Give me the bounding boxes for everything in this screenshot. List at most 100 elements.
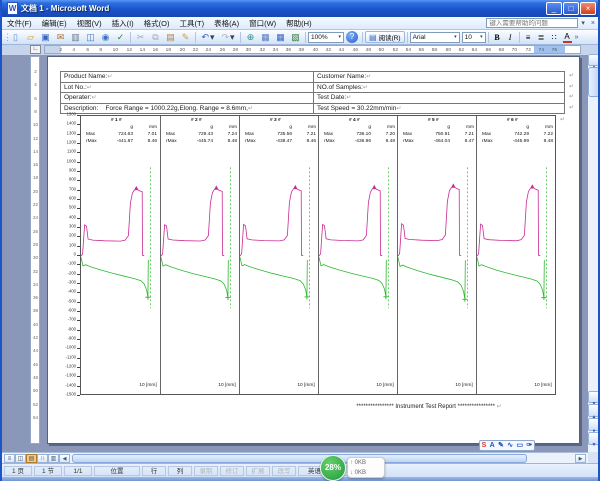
pen-annotate-icon[interactable]: ✎ (498, 441, 504, 450)
column-indicator[interactable]: 列 (168, 466, 192, 476)
menu-item-4[interactable]: 格式(O) (139, 17, 175, 30)
network-speed-ball[interactable]: 28% (320, 455, 346, 481)
table-cell-right[interactable]: NO.of Samples:↵ (314, 83, 564, 93)
menu-item-2[interactable]: 视图(V) (72, 17, 107, 30)
menu-item-8[interactable]: 帮助(H) (281, 17, 316, 30)
position-indicator[interactable]: 位置 (94, 466, 140, 476)
toolbar-overflow-icon[interactable]: » (575, 34, 579, 41)
menu-item-5[interactable]: 工具(T) (175, 17, 210, 30)
insert-table-button[interactable]: ▦ (273, 31, 288, 44)
numbering-button[interactable]: ≣ (535, 31, 548, 44)
scroll-up-button[interactable]: ▲ (588, 54, 600, 66)
vertical-scroll-thumb[interactable] (588, 67, 600, 97)
ruler-number: 68 (499, 47, 504, 54)
vertical-scrollbar[interactable]: ▲ ▼ ▲ ● ▼ (588, 54, 600, 452)
cut-button[interactable]: ✂ (133, 31, 148, 44)
page-count-indicator[interactable]: 1/1 (64, 466, 92, 476)
print-layout-view-button[interactable]: ▤ (26, 454, 37, 463)
scroll-down-button[interactable]: ▼ (588, 391, 600, 403)
insert-hyperlink-button[interactable]: ⊕ (243, 31, 258, 44)
restore-button[interactable]: □ (563, 2, 579, 15)
y-axis-tick-label: 800 (59, 178, 76, 182)
mode-扩展[interactable]: 扩展 (246, 466, 270, 476)
horizontal-scrollbar[interactable]: ◀ ▶ ≡◫▤∷▥ (2, 452, 588, 463)
research-button[interactable]: ◉ (98, 31, 113, 44)
section-indicator[interactable]: 1 节 (34, 466, 62, 476)
redo-icon: ↷ (221, 31, 229, 44)
tables-and-borders-button[interactable]: ▦ (258, 31, 273, 44)
minimize-button[interactable]: _ (546, 2, 562, 15)
freehand-annotate-icon[interactable]: ∿ (507, 441, 513, 450)
max-g-value: 735.56 (262, 132, 292, 137)
bullets-button[interactable]: ∷ (548, 31, 561, 44)
document-page[interactable]: Product Name:↵Customer Name:↵Lot No.:↵NO… (47, 56, 580, 444)
email-button[interactable]: ✉ (53, 31, 68, 44)
menu-item-3[interactable]: 插入(I) (107, 17, 139, 30)
read-mode-button[interactable]: ▤阅读(R) (365, 31, 405, 43)
select-browse-object-button[interactable]: ● (588, 418, 600, 431)
ruler-number: 14 (32, 150, 39, 155)
scroll-left-button[interactable]: ◀ (59, 454, 70, 463)
outline-view-button[interactable]: ∷ (37, 454, 48, 463)
menu-item-1[interactable]: 编辑(E) (37, 17, 72, 30)
insert-excel-button[interactable]: ▧ (288, 31, 303, 44)
font-name-combobox[interactable]: Arial▾ (410, 32, 460, 43)
tab-selector-button[interactable]: ∟ (30, 45, 41, 54)
web-layout-view-button[interactable]: ◫ (15, 454, 26, 463)
table-cell-right[interactable]: Test Date:↵ (314, 93, 564, 103)
paste-button[interactable]: ▤ (163, 31, 178, 44)
redo-button[interactable]: ↷▾ (218, 31, 238, 44)
network-speed-panel[interactable]: ↑ 0KB ↓ 0KB (347, 457, 385, 478)
table-cell-left[interactable]: Product Name:↵ (61, 72, 314, 82)
mode-修订[interactable]: 修订 (220, 466, 244, 476)
print-preview-button[interactable]: ◫ (83, 31, 98, 44)
scroll-right-button[interactable]: ▶ (575, 454, 586, 463)
help-dropdown-icon[interactable]: ▾ (578, 19, 588, 27)
open-folder-button[interactable]: ▱ (23, 31, 38, 44)
rect-annotate-icon[interactable]: ▭ (516, 441, 523, 450)
align-center-button[interactable]: ≡ (522, 31, 535, 44)
table-cell-left[interactable]: Lot No.:↵ (61, 83, 314, 93)
font-size-combobox[interactable]: 10▾ (462, 32, 486, 43)
table-cell-right[interactable]: Customer Name:↵ (314, 72, 564, 82)
font-color-button[interactable]: A (561, 31, 574, 44)
brush-annotate-icon[interactable]: ✑ (526, 441, 532, 450)
italic-button[interactable]: I (504, 31, 517, 44)
horizontal-ruler[interactable]: 2468101214161820222426283032343638404244… (44, 45, 581, 54)
new-document-button[interactable]: ▯ (8, 31, 23, 44)
line-indicator[interactable]: 行 (142, 466, 166, 476)
mode-录制[interactable]: 录制 (194, 466, 218, 476)
menu-item-7[interactable]: 窗口(W) (244, 17, 281, 30)
spelling-button[interactable]: ✓ (113, 31, 128, 44)
table-cell-left[interactable]: Operater:↵ (61, 93, 314, 103)
menu-item-0[interactable]: 文件(F) (2, 17, 37, 30)
col-header-g: g (183, 125, 213, 130)
table-cell-right[interactable]: Test Speed = 30.22mm/min↵ (314, 104, 564, 114)
ruler-number: 18 (32, 176, 39, 181)
help-icon[interactable]: ? (346, 31, 358, 43)
normal-view-button[interactable]: ≡ (4, 454, 15, 463)
copy-button[interactable]: ⧉ (148, 31, 163, 44)
next-page-button[interactable]: ▼ (588, 432, 600, 445)
menubar-close-icon[interactable]: × (588, 20, 598, 27)
close-button[interactable]: × (580, 2, 596, 15)
mode-改写[interactable]: 改写 (272, 466, 296, 476)
format-painter-button[interactable]: ✎ (178, 31, 193, 44)
reading-view-button[interactable]: ▥ (48, 454, 59, 463)
zoom-combobox[interactable]: 100%▾ (308, 32, 344, 43)
save-capture-icon[interactable]: S (482, 441, 487, 450)
print-button[interactable]: ▥ (68, 31, 83, 44)
horizontal-scroll-thumb[interactable] (72, 454, 527, 463)
ruler-number: 34 (32, 283, 39, 288)
undo-button[interactable]: ↶▾ (198, 31, 218, 44)
menu-item-6[interactable]: 表格(A) (209, 17, 244, 30)
save-button[interactable]: ▣ (38, 31, 53, 44)
title-bar[interactable]: W 文档 1 - Microsoft Word _□× (2, 0, 598, 17)
page-indicator[interactable]: 1 页 (4, 466, 32, 476)
table-cell-left[interactable]: Description: Force Range = 1000.22g,Elon… (61, 104, 314, 114)
previous-page-button[interactable]: ▲ (588, 404, 600, 417)
vertical-ruler[interactable]: 2468101214161820222426283032343638404244… (30, 56, 40, 444)
bold-button[interactable]: B (491, 31, 504, 44)
text-annotate-icon[interactable]: A (490, 441, 495, 450)
help-question-input[interactable] (486, 18, 578, 28)
